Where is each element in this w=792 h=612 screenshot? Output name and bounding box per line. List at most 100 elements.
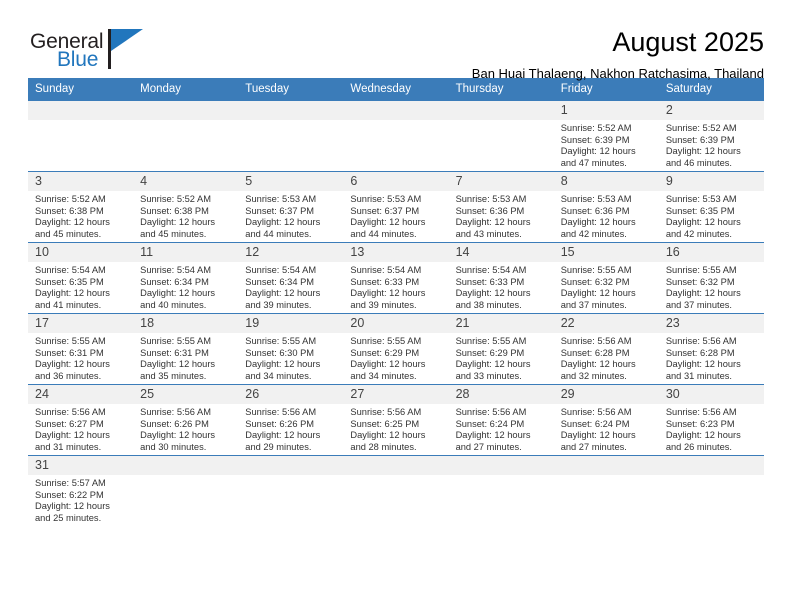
detail-sunset-text: Sunset: 6:28 PM (560, 347, 630, 358)
calendar-day-cell[interactable]: 7 Sunrise: 5:53 AM Sunset: 6:36 PM Daylight… (448, 171, 554, 243)
day-details: Sunrise: 5:54 AM Sunset: 6:35 PM Daylight:… (28, 262, 133, 311)
day-number: 6 (343, 172, 449, 191)
detail-daylight-2-text: and 43 minutes. (455, 228, 522, 239)
calendar-day-cell[interactable]: 25 Sunrise: 5:56 AM Sunset: 6:26 PM Dayligh… (133, 384, 239, 456)
detail-sunset-text: Sunset: 6:24 PM (455, 418, 525, 429)
day-number: 19 (238, 314, 344, 333)
day-details: Sunrise: 5:55 AM Sunset: 6:32 PM Daylight:… (659, 262, 764, 311)
calendar-day-cell[interactable]: 23 Sunrise: 5:56 AM Sunset: 6:28 PM Dayligh… (658, 313, 764, 385)
day-details: Sunrise: 5:54 AM Sunset: 6:33 PM Daylight:… (343, 262, 448, 311)
calendar-page: General Blue August 2025 Ban Huai Thalae… (0, 0, 792, 612)
general-blue-logo[interactable]: General Blue (30, 26, 148, 74)
day-details: Sunrise: 5:53 AM Sunset: 6:35 PM Daylight:… (659, 191, 764, 240)
detail-sunset-text: Sunset: 6:36 PM (560, 205, 630, 216)
day-details: Sunrise: 5:55 AM Sunset: 6:31 PM Daylight:… (133, 333, 238, 382)
calendar-day-cell[interactable]: 18 Sunrise: 5:55 AM Sunset: 6:31 PM Dayligh… (133, 313, 239, 385)
calendar-day-cell[interactable]: 16 Sunrise: 5:55 AM Sunset: 6:32 PM Dayligh… (658, 242, 764, 314)
calendar-day-cell[interactable]: 10 Sunrise: 5:54 AM Sunset: 6:35 PM Dayligh… (28, 242, 134, 314)
day-number: 12 (238, 243, 344, 262)
calendar-cell-empty (343, 100, 449, 172)
day-number: 22 (553, 314, 659, 333)
day-number (553, 456, 659, 475)
calendar-day-cell[interactable]: 31 Sunrise: 5:57 AM Sunset: 6:22 PM Dayligh… (28, 455, 134, 531)
calendar-day-cell[interactable]: 14 Sunrise: 5:54 AM Sunset: 6:33 PM Dayligh… (448, 242, 554, 314)
detail-sunrise-text: Sunrise: 5:56 AM (350, 407, 422, 417)
calendar-day-cell[interactable]: 5 Sunrise: 5:53 AM Sunset: 6:37 PM Daylight… (238, 171, 344, 243)
day-details: Sunrise: 5:53 AM Sunset: 6:36 PM Daylight:… (554, 191, 659, 240)
detail-daylight-1-text: Daylight: 12 hours (455, 288, 531, 299)
calendar-day-cell[interactable]: 11 Sunrise: 5:54 AM Sunset: 6:34 PM Dayligh… (133, 242, 239, 314)
calendar-day-cell[interactable]: 27 Sunrise: 5:56 AM Sunset: 6:25 PM Dayligh… (343, 384, 449, 456)
detail-sunrise-text: Sunrise: 5:54 AM (245, 265, 317, 275)
detail-sunset-text: Sunset: 6:31 PM (140, 347, 209, 358)
calendar-day-cell[interactable]: 17 Sunrise: 5:55 AM Sunset: 6:31 PM Dayligh… (28, 313, 134, 385)
day-details: Sunrise: 5:55 AM Sunset: 6:29 PM Daylight:… (343, 333, 448, 382)
detail-sunset-text: Sunset: 6:25 PM (350, 418, 420, 429)
detail-sunrise-text: Sunrise: 5:56 AM (245, 407, 317, 417)
calendar-day-cell[interactable]: 20 Sunrise: 5:55 AM Sunset: 6:29 PM Dayligh… (343, 313, 449, 385)
detail-sunset-text: Sunset: 6:31 PM (35, 347, 104, 358)
detail-sunrise-text: Sunrise: 5:53 AM (560, 194, 632, 204)
day-number: 5 (238, 172, 344, 191)
detail-daylight-2-text: and 27 minutes. (560, 441, 627, 452)
detail-sunrise-text: Sunrise: 5:56 AM (560, 336, 632, 346)
detail-daylight-1-text: Daylight: 12 hours (350, 359, 426, 370)
day-number: 24 (28, 385, 134, 404)
day-number: 10 (28, 243, 134, 262)
calendar-day-cell[interactable]: 30 Sunrise: 5:56 AM Sunset: 6:23 PM Dayligh… (658, 384, 764, 456)
calendar-day-cell[interactable]: 12 Sunrise: 5:54 AM Sunset: 6:34 PM Dayligh… (238, 242, 344, 314)
calendar-day-cell[interactable]: 13 Sunrise: 5:54 AM Sunset: 6:33 PM Dayligh… (343, 242, 449, 314)
day-number: 31 (28, 456, 134, 475)
day-details: Sunrise: 5:55 AM Sunset: 6:30 PM Daylight:… (238, 333, 343, 382)
detail-sunrise-text: Sunrise: 5:56 AM (665, 336, 737, 346)
day-number: 26 (238, 385, 344, 404)
day-details: Sunrise: 5:54 AM Sunset: 6:34 PM Daylight:… (133, 262, 238, 311)
detail-sunrise-text: Sunrise: 5:53 AM (350, 194, 422, 204)
detail-sunset-text: Sunset: 6:35 PM (35, 276, 104, 287)
day-number: 7 (448, 172, 554, 191)
detail-daylight-1-text: Daylight: 12 hours (560, 288, 636, 299)
day-details: Sunrise: 5:54 AM Sunset: 6:33 PM Daylight:… (449, 262, 554, 311)
calendar-week-row: 1 Sunrise: 5:52 AM Sunset: 6:39 PM Daylight… (28, 100, 764, 172)
detail-sunset-text: Sunset: 6:28 PM (665, 347, 735, 358)
detail-sunset-text: Sunset: 6:35 PM (665, 205, 735, 216)
calendar-day-cell[interactable]: 19 Sunrise: 5:55 AM Sunset: 6:30 PM Dayligh… (238, 313, 344, 385)
calendar-day-cell[interactable]: 2 Sunrise: 5:52 AM Sunset: 6:39 PM Daylight… (658, 100, 764, 172)
day-details: Sunrise: 5:57 AM Sunset: 6:22 PM Daylight:… (28, 475, 133, 524)
calendar-day-cell[interactable]: 26 Sunrise: 5:56 AM Sunset: 6:26 PM Dayligh… (238, 384, 344, 456)
detail-sunset-text: Sunset: 6:38 PM (35, 205, 104, 216)
day-details: Sunrise: 5:55 AM Sunset: 6:31 PM Daylight:… (28, 333, 133, 382)
calendar-day-cell[interactable]: 9 Sunrise: 5:53 AM Sunset: 6:35 PM Daylight… (658, 171, 764, 243)
calendar-day-cell[interactable]: 28 Sunrise: 5:56 AM Sunset: 6:24 PM Dayligh… (448, 384, 554, 456)
calendar-day-cell[interactable]: 8 Sunrise: 5:53 AM Sunset: 6:36 PM Daylight… (553, 171, 659, 243)
detail-daylight-2-text: and 30 minutes. (140, 441, 207, 452)
column-header-sunday: Sunday (28, 78, 134, 101)
detail-daylight-1-text: Daylight: 12 hours (560, 359, 636, 370)
calendar-day-cell[interactable]: 6 Sunrise: 5:53 AM Sunset: 6:37 PM Daylight… (343, 171, 449, 243)
detail-sunset-text: Sunset: 6:37 PM (245, 205, 315, 216)
detail-daylight-1-text: Daylight: 12 hours (140, 288, 216, 299)
calendar-day-cell[interactable]: 15 Sunrise: 5:55 AM Sunset: 6:32 PM Dayligh… (553, 242, 659, 314)
calendar-day-cell[interactable]: 22 Sunrise: 5:56 AM Sunset: 6:28 PM Dayligh… (553, 313, 659, 385)
calendar-day-cell[interactable]: 3 Sunrise: 5:52 AM Sunset: 6:38 PM Daylight… (28, 171, 134, 243)
day-details: Sunrise: 5:53 AM Sunset: 6:36 PM Daylight:… (449, 191, 554, 240)
detail-daylight-2-text: and 34 minutes. (350, 370, 417, 381)
calendar-day-cell[interactable]: 4 Sunrise: 5:52 AM Sunset: 6:38 PM Daylight… (133, 171, 239, 243)
day-details: Sunrise: 5:53 AM Sunset: 6:37 PM Daylight:… (343, 191, 448, 240)
calendar-day-cell[interactable]: 1 Sunrise: 5:52 AM Sunset: 6:39 PM Daylight… (553, 100, 659, 172)
day-details: Sunrise: 5:52 AM Sunset: 6:39 PM Daylight:… (659, 120, 764, 169)
detail-daylight-2-text: and 47 minutes. (560, 157, 627, 168)
detail-daylight-1-text: Daylight: 12 hours (35, 359, 110, 370)
day-details: Sunrise: 5:53 AM Sunset: 6:37 PM Daylight:… (238, 191, 343, 240)
day-details: Sunrise: 5:55 AM Sunset: 6:32 PM Daylight:… (554, 262, 659, 311)
day-details: Sunrise: 5:56 AM Sunset: 6:28 PM Daylight:… (659, 333, 764, 382)
day-number: 28 (448, 385, 554, 404)
calendar-day-cell[interactable]: 29 Sunrise: 5:56 AM Sunset: 6:24 PM Dayligh… (553, 384, 659, 456)
calendar-cell-empty (553, 455, 659, 531)
detail-sunrise-text: Sunrise: 5:54 AM (350, 265, 422, 275)
detail-sunrise-text: Sunrise: 5:56 AM (560, 407, 632, 417)
detail-sunrise-text: Sunrise: 5:55 AM (140, 336, 211, 346)
calendar-day-cell[interactable]: 21 Sunrise: 5:55 AM Sunset: 6:29 PM Dayligh… (448, 313, 554, 385)
calendar-day-cell[interactable]: 24 Sunrise: 5:56 AM Sunset: 6:27 PM Dayligh… (28, 384, 134, 456)
column-header-monday: Monday (133, 78, 239, 101)
